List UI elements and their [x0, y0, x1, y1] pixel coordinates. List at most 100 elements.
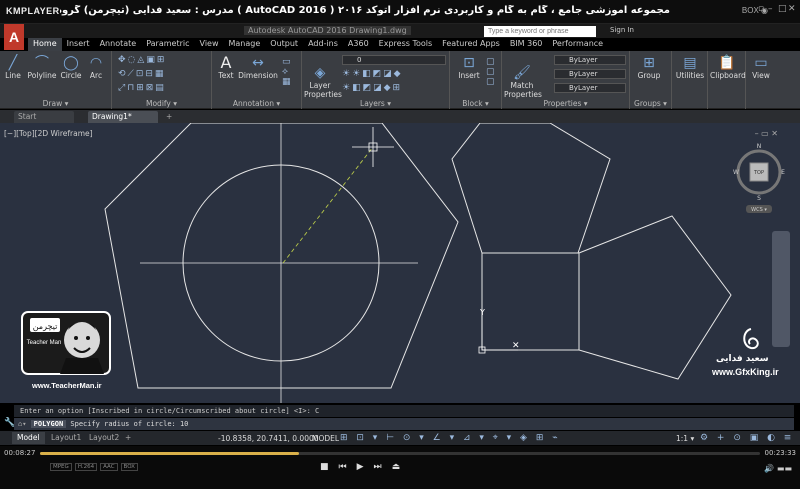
- lineweight-dropdown[interactable]: ByLayer: [554, 83, 626, 93]
- tab-add-ins[interactable]: Add-ins: [303, 38, 343, 51]
- teacherman-badge: تیچرمن: [33, 322, 58, 331]
- stop-icon[interactable]: ■: [320, 462, 329, 472]
- insert-tool[interactable]: ⊡ Insert: [456, 55, 482, 80]
- view-tool[interactable]: ▭ View: [748, 55, 774, 80]
- minimize-icon[interactable]: –: [768, 4, 776, 16]
- navigation-bar[interactable]: [772, 231, 790, 347]
- match-properties-tool[interactable]: 🖌 Match Properties: [504, 65, 542, 99]
- annotation-panel-title[interactable]: Annotation ▾: [212, 99, 301, 108]
- color-dropdown[interactable]: ByLayer: [554, 55, 626, 65]
- modify-tools-row-1[interactable]: ✥◌◬▣⊞: [118, 55, 166, 65]
- draw-panel-title[interactable]: Draw ▾: [0, 99, 111, 108]
- dimension-label: Dimension: [238, 71, 278, 80]
- new-layout-button[interactable]: +: [120, 432, 136, 444]
- view-label: View: [752, 71, 770, 80]
- volume-icon[interactable]: 🔊 ▬▬: [764, 464, 792, 473]
- model-space-button[interactable]: MODEL: [312, 434, 339, 443]
- tab-annotate[interactable]: Annotate: [95, 38, 142, 51]
- seek-bar[interactable]: [40, 452, 760, 455]
- tab-featured-apps[interactable]: Featured Apps: [437, 38, 505, 51]
- tab-drawing1[interactable]: Drawing1*: [88, 111, 158, 123]
- tab-home[interactable]: Home: [28, 38, 62, 51]
- tab-layout1[interactable]: Layout1: [46, 432, 86, 444]
- tab-start[interactable]: Start: [14, 111, 74, 123]
- tab-parametric[interactable]: Parametric: [141, 38, 194, 51]
- dimension-tool[interactable]: ↔ Dimension: [238, 55, 278, 80]
- pin-icon[interactable]: ▫: [758, 4, 766, 16]
- line-icon: ╱: [8, 55, 18, 71]
- next-icon[interactable]: ⏭: [374, 462, 382, 472]
- maximize-icon[interactable]: □: [778, 4, 787, 16]
- text-label: Text: [218, 71, 234, 80]
- group-tool[interactable]: ⊞ Group: [634, 55, 664, 80]
- author-name: سعید فدایی: [716, 354, 769, 364]
- paintbrush-icon: 🖌: [513, 65, 531, 81]
- modify-panel-title[interactable]: Modify ▾: [112, 99, 211, 108]
- time-total: 00:23:33: [764, 449, 796, 457]
- status-tray-icons[interactable]: ⚙ + ⊙ ▣ ◐ ≡: [700, 433, 794, 443]
- circle-tool[interactable]: ◯ Circle: [60, 55, 82, 80]
- close-icon[interactable]: ✕: [788, 4, 796, 16]
- insert-label: Insert: [458, 71, 480, 80]
- properties-panel-title[interactable]: Properties ▾: [502, 99, 629, 108]
- layers-panel-title[interactable]: Layers ▾: [302, 99, 449, 108]
- sign-in-button[interactable]: Sign In: [610, 26, 634, 34]
- search-input[interactable]: [484, 26, 596, 37]
- block-panel-title[interactable]: Block ▾: [450, 99, 501, 108]
- codec-tag: BOX: [120, 463, 138, 471]
- block-small-tools[interactable]: ▢ ▢ ▢: [486, 57, 495, 87]
- tab-insert[interactable]: Insert: [62, 38, 95, 51]
- wcs-menu: WCS ▾: [751, 207, 767, 213]
- circle-icon: ◯: [63, 55, 79, 71]
- polyline-icon: ⌒: [35, 55, 49, 71]
- drafting-settings-icons[interactable]: ⊞ ⊡ ▾ ⊢ ⊙ ▾ ∠ ▾ ⊿ ▾ ⌖ ▾ ◈ ⊞ ⌁: [340, 433, 561, 443]
- line-tool[interactable]: ╱ Line: [4, 55, 22, 80]
- polyline-tool[interactable]: ⌒ Polyline: [26, 55, 58, 80]
- tab-layout2[interactable]: Layout2: [84, 432, 124, 444]
- tab-performance[interactable]: Performance: [547, 38, 608, 51]
- layer-properties-tool[interactable]: ◈ Layer Properties: [304, 65, 342, 99]
- tab-express-tools[interactable]: Express Tools: [374, 38, 438, 51]
- annotation-scale[interactable]: 1:1 ▾: [676, 434, 694, 443]
- modify-tools-row-3[interactable]: ⤢⊓⊞⊠▤: [118, 83, 166, 93]
- layer-dropdown[interactable]: 0: [342, 55, 446, 65]
- calculator-icon: ▤: [683, 55, 697, 71]
- groups-panel-title[interactable]: Groups ▾: [630, 99, 671, 108]
- viewcube-south: S: [757, 195, 761, 202]
- modify-tools-row-2[interactable]: ⟲⟋⊡⊟▦: [118, 69, 165, 79]
- tab-manage[interactable]: Manage: [224, 38, 266, 51]
- previous-icon[interactable]: ⏮: [339, 462, 347, 472]
- coordinate-readout: -10.8358, 20.7411, 0.0000: [218, 434, 319, 443]
- ucs-icon: Y ✕: [478, 308, 520, 354]
- clipboard-tool[interactable]: 📋 Clipboard: [710, 55, 746, 80]
- text-tool[interactable]: A Text: [216, 55, 236, 81]
- viewcube-top: TOP: [753, 170, 764, 176]
- new-tab-button[interactable]: +: [162, 111, 174, 123]
- utilities-panel: ▤ Utilities: [672, 51, 708, 109]
- codec-tag: H.264: [74, 463, 98, 471]
- gfxking-site: www.GfxKing.ir: [712, 367, 779, 377]
- group-icon: ⊞: [643, 55, 655, 71]
- eject-icon[interactable]: ⏏: [392, 462, 401, 472]
- layer-tools-row-1[interactable]: ☀☀◧◩◪◆: [342, 69, 403, 79]
- tab-a360[interactable]: A360: [343, 38, 374, 51]
- arc-tool[interactable]: ◠ Arc: [86, 55, 106, 80]
- window-title: Autodesk AutoCAD 2016 Drawing1.dwg: [244, 26, 411, 35]
- annotation-small-tools[interactable]: ▭ ⟡ ▦: [282, 57, 291, 87]
- tab-output[interactable]: Output: [265, 38, 303, 51]
- command-input[interactable]: ⌂▾ POLYGON Specify radius of circle: 10: [14, 418, 794, 430]
- video-title: مجموعه آموزشی جامع ، گام به گام و کاربرد…: [60, 5, 670, 16]
- utilities-tool[interactable]: ▤ Utilities: [674, 55, 706, 80]
- status-bar: Model Layout1 Layout2 + -10.8358, 20.741…: [0, 431, 800, 445]
- autocad-app-button[interactable]: A: [4, 24, 24, 50]
- command-prompt-icon[interactable]: ⌂▾: [18, 420, 26, 428]
- play-icon[interactable]: ▶: [357, 462, 364, 472]
- layer-tools-row-2[interactable]: ☀◧◩◪◆⊞: [342, 83, 402, 93]
- tab-model-layout[interactable]: Model: [12, 432, 45, 444]
- codec-tags: MPEG H.264 AAC BOX: [50, 463, 138, 471]
- tab-view[interactable]: View: [195, 38, 224, 51]
- tab-bim-360[interactable]: BIM 360: [505, 38, 548, 51]
- drawing-canvas[interactable]: [−][Top][2D Wireframe] – ▭ ✕ Y ✕ TOP N S…: [0, 123, 800, 403]
- linetype-dropdown[interactable]: ByLayer: [554, 69, 626, 79]
- clipboard-panel: 📋 Clipboard: [708, 51, 746, 109]
